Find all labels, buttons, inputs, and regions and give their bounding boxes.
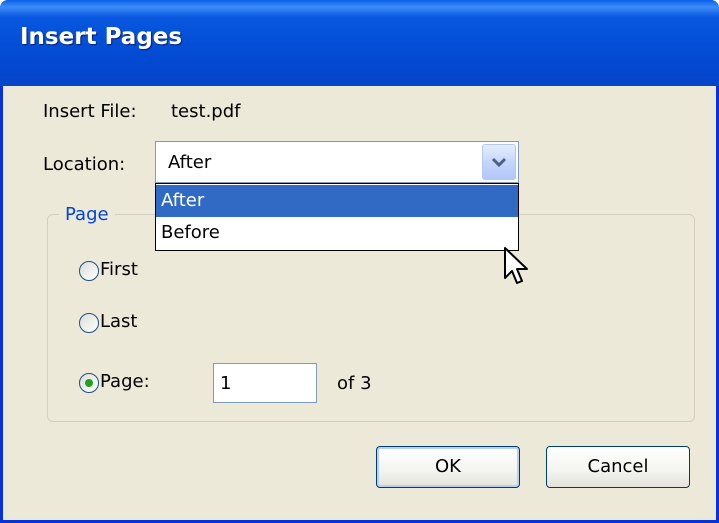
dropdown-option-after[interactable]: After <box>156 185 518 217</box>
radio-first-label[interactable]: First <box>100 259 138 280</box>
cancel-button[interactable]: Cancel <box>546 446 690 488</box>
insert-file-value: test.pdf <box>171 101 241 122</box>
chevron-down-icon <box>491 157 507 168</box>
location-label: Location: <box>43 154 126 175</box>
insert-pages-dialog: Insert Pages Insert File: test.pdf Locat… <box>0 0 719 523</box>
location-dropdown-button[interactable] <box>482 144 516 180</box>
page-number-input[interactable] <box>213 363 317 403</box>
radio-checked-dot <box>85 379 93 387</box>
page-group-legend: Page <box>59 204 115 225</box>
radio-last-label[interactable]: Last <box>100 311 138 332</box>
window-title: Insert Pages <box>20 24 183 50</box>
dropdown-option-before[interactable]: Before <box>156 217 518 249</box>
page-count-text: of 3 <box>337 373 372 394</box>
ok-button[interactable]: OK <box>376 446 520 488</box>
radio-last[interactable] <box>79 313 99 333</box>
dialog-body: Insert File: test.pdf Location: After Pa… <box>3 86 716 520</box>
arrow-cursor-icon <box>504 247 528 284</box>
insert-file-label: Insert File: <box>43 101 137 122</box>
location-dropdown-list: After Before <box>155 183 519 251</box>
radio-first[interactable] <box>79 261 99 281</box>
radio-page-label[interactable]: Page: <box>100 371 150 392</box>
radio-page[interactable] <box>79 373 99 393</box>
location-combobox[interactable]: After <box>155 141 519 183</box>
title-bar[interactable]: Insert Pages <box>0 0 719 86</box>
location-selected-value: After <box>168 152 212 173</box>
